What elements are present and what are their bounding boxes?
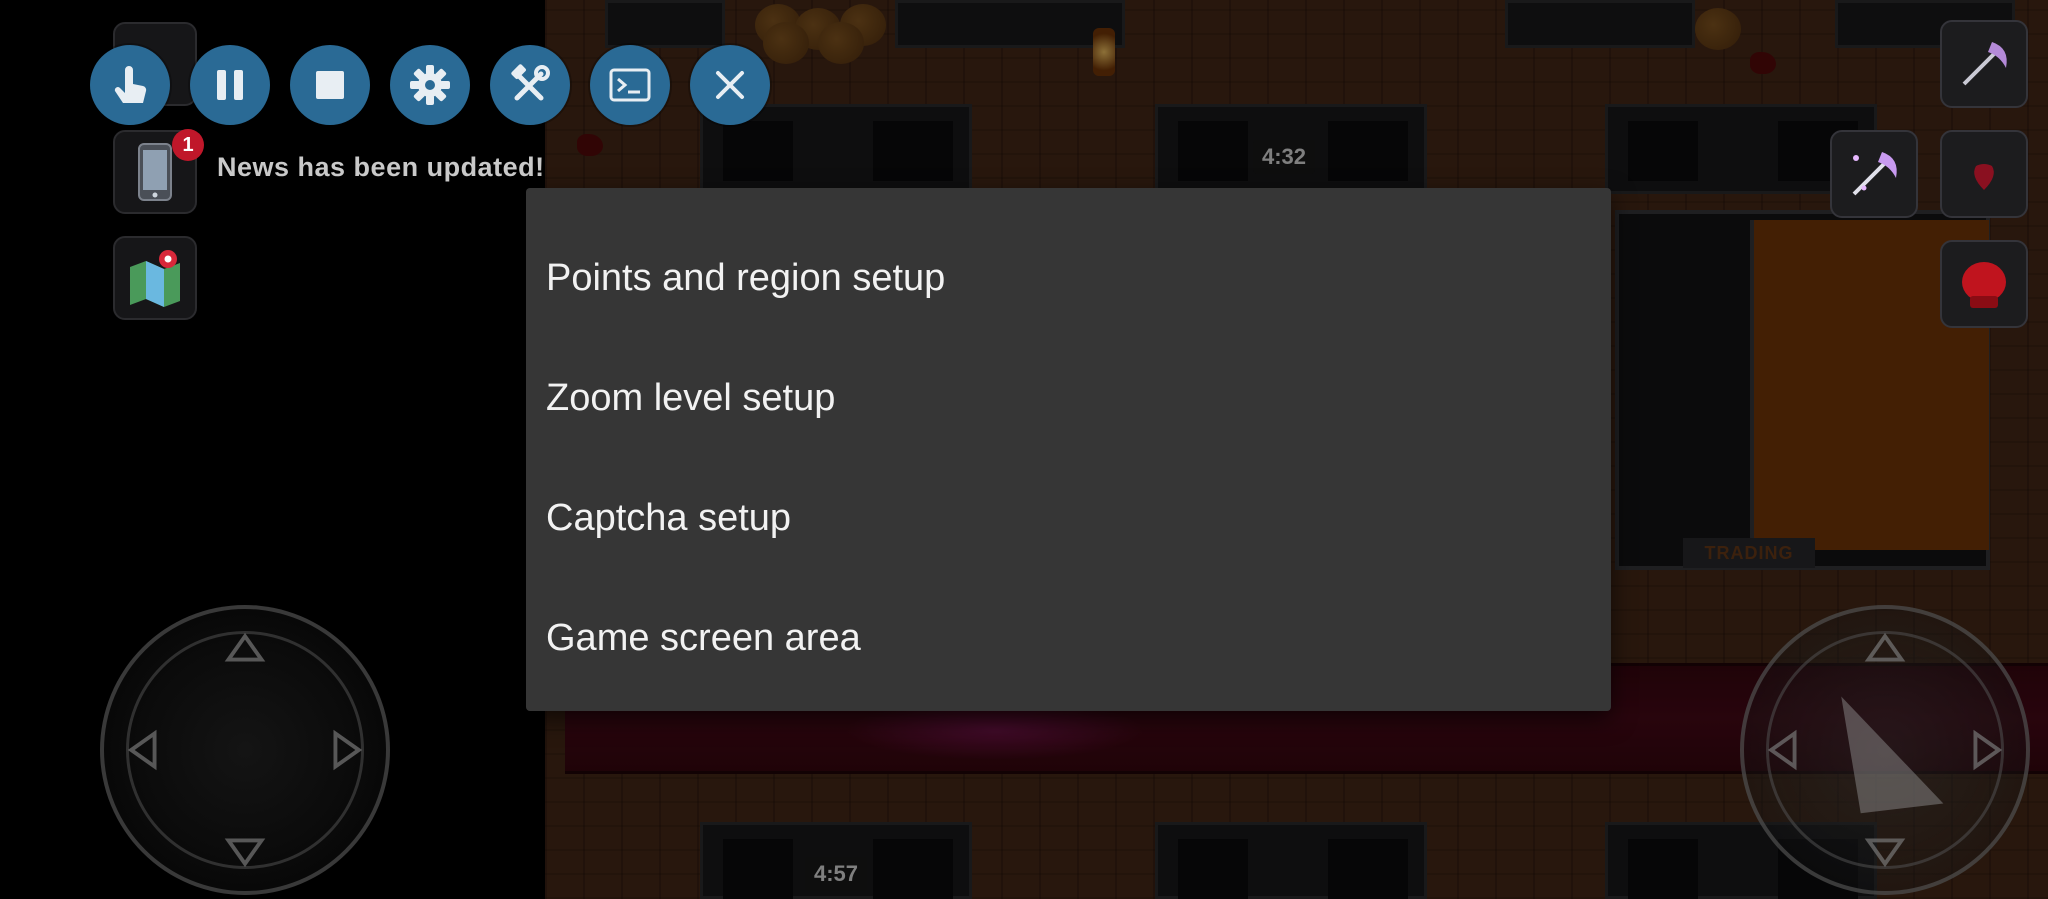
touch-mode-button[interactable] <box>90 45 170 125</box>
stop-button[interactable] <box>290 45 370 125</box>
gear-icon <box>410 65 450 105</box>
menu-item-zoom-level[interactable]: Zoom level setup <box>526 338 1611 458</box>
pause-icon <box>217 70 243 100</box>
player-timer: 4:32 <box>1253 140 1315 174</box>
vendor-stall <box>1155 822 1427 899</box>
trading-label: TRADING <box>1683 538 1815 568</box>
glove-slot[interactable] <box>1940 240 2028 328</box>
scythe-icon <box>1962 42 2007 86</box>
wall-block <box>895 0 1125 48</box>
setup-menu: Points and region setup Zoom level setup… <box>526 188 1611 711</box>
blood-splatter <box>1750 52 1776 74</box>
attack-joystick[interactable] <box>1740 605 2030 895</box>
phone-icon <box>138 143 172 201</box>
close-icon <box>716 71 744 99</box>
sparkle-scythe-icon <box>1852 152 1897 196</box>
dpad-arrows-icon <box>127 632 363 868</box>
notification-badge: 1 <box>172 129 204 161</box>
settings-button[interactable] <box>390 45 470 125</box>
strawberry-icon <box>1974 164 1994 190</box>
hammer-wrench-icon <box>511 64 550 101</box>
lantern-decoration <box>1093 28 1115 76</box>
map-button[interactable] <box>113 236 197 320</box>
menu-item-game-screen-area[interactable]: Game screen area <box>526 578 1611 698</box>
weapon-slot[interactable] <box>1940 20 2028 108</box>
potion-slot[interactable] <box>1940 130 2028 218</box>
stop-icon <box>316 71 344 99</box>
pumpkin-decoration <box>1695 8 1741 50</box>
terminal-icon <box>609 68 651 102</box>
pumpkin-decoration <box>763 22 809 64</box>
news-banner: News has been updated! <box>217 152 545 182</box>
pause-button[interactable] <box>190 45 270 125</box>
blood-splatter <box>577 134 603 156</box>
pumpkin-decoration <box>818 22 864 64</box>
skill-slot[interactable] <box>1830 130 1918 218</box>
map-icon <box>130 250 180 307</box>
attack-direction-icon <box>1767 632 2003 868</box>
player-timer: 4:57 <box>805 857 867 891</box>
menu-item-points-region[interactable]: Points and region setup <box>526 218 1611 338</box>
console-button[interactable] <box>590 45 670 125</box>
movement-joystick[interactable] <box>100 605 390 895</box>
wall-block <box>605 0 725 48</box>
hand-tap-icon <box>114 66 147 103</box>
boxing-glove-icon <box>1962 262 2006 308</box>
tools-button[interactable] <box>490 45 570 125</box>
wall-block <box>1505 0 1695 48</box>
menu-item-captcha[interactable]: Captcha setup <box>526 458 1611 578</box>
close-button[interactable] <box>690 45 770 125</box>
